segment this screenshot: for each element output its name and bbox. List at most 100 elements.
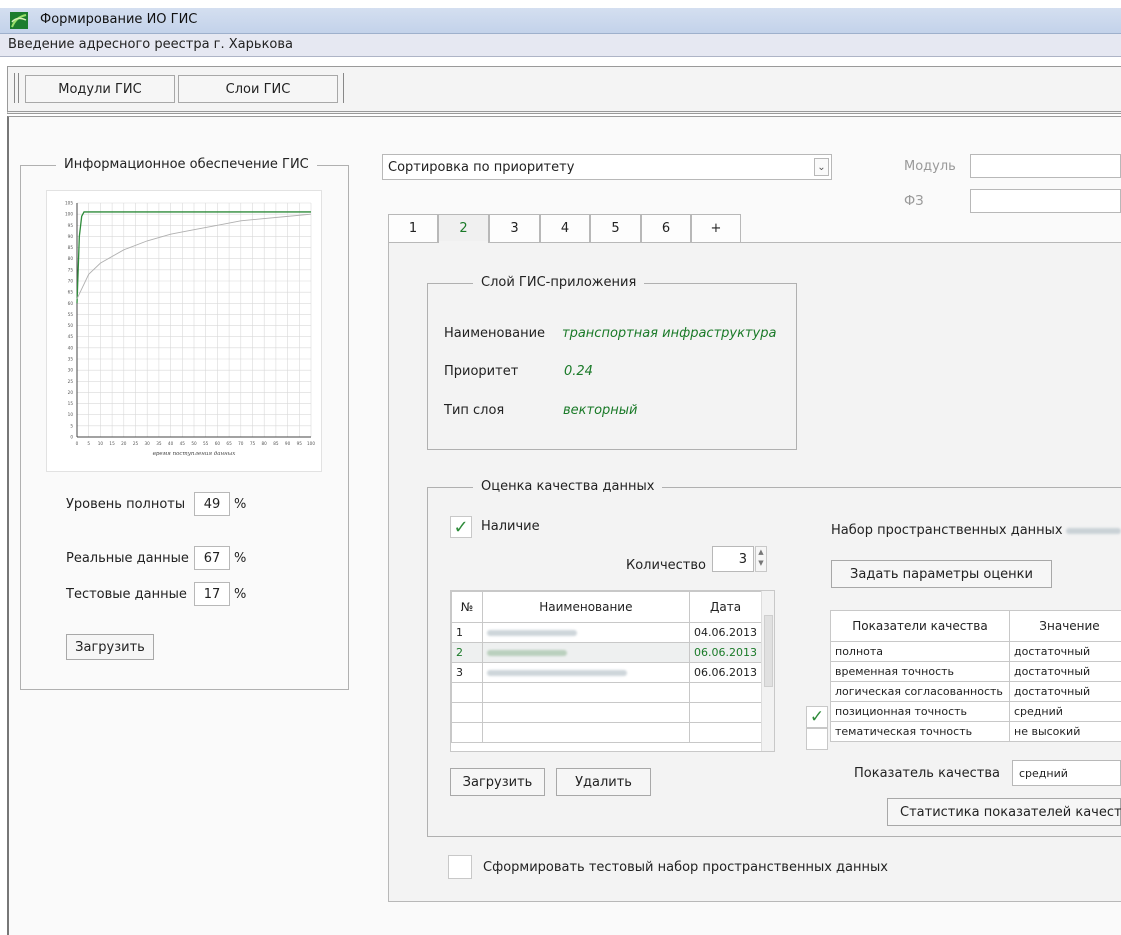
y-tick-label: 25	[68, 379, 74, 384]
table-row[interactable]: 1 04.06.2013	[452, 623, 762, 643]
tab-3[interactable]: 3	[489, 214, 540, 242]
layer-name-value: транспортная инфраструктура	[562, 326, 776, 341]
window-titlebar: Формирование ИО ГИС	[0, 8, 1121, 34]
test-data-label: Тестовые данные	[66, 587, 187, 602]
layer-priority-label: Приоритет	[444, 364, 518, 379]
table-row[interactable]: временная точностьдостаточный	[831, 662, 1121, 682]
test-data-input[interactable]: 17	[194, 582, 230, 606]
layer-legend: Слой ГИС-приложения	[473, 275, 644, 290]
x-tick-label: 20	[121, 441, 127, 446]
y-tick-label: 10	[68, 412, 74, 417]
scrollbar-thumb[interactable]	[764, 615, 773, 687]
indicator-value: достаточный	[1010, 642, 1121, 662]
table-row[interactable]: 2 06.06.2013	[452, 643, 762, 663]
y-tick-label: 15	[68, 401, 74, 406]
x-tick-label: 65	[226, 441, 232, 446]
x-tick-label: 10	[98, 441, 104, 446]
table-row[interactable]: 3 06.06.2013	[452, 663, 762, 683]
count-stepper[interactable]: ▲▼	[755, 546, 767, 572]
redacted-name	[487, 650, 567, 656]
info-load-button[interactable]: Загрузить	[66, 634, 154, 660]
module-label: Модуль	[904, 159, 956, 174]
indicator-name: тематическая точность	[831, 722, 1010, 742]
main-toolbar: Модули ГИС Слои ГИС	[7, 66, 1121, 114]
thematic-accuracy-checkbox[interactable]	[806, 728, 828, 750]
toolbar-grip	[14, 73, 19, 103]
positional-accuracy-checkbox[interactable]: ✓	[806, 706, 828, 728]
redacted-name	[487, 670, 627, 676]
completeness-input[interactable]: 49	[194, 492, 230, 516]
y-tick-label: 70	[68, 279, 74, 284]
sources-table-wrap: № Наименование Дата 1 04.06.2013 2 06.06…	[450, 590, 775, 752]
tab-1[interactable]: 1	[388, 214, 438, 242]
completeness-chart-svg: 0510152025303540455055606570758085909510…	[47, 191, 321, 471]
indicator-value: средний	[1010, 702, 1121, 722]
sources-load-button[interactable]: Загрузить	[450, 768, 545, 796]
table-row[interactable]	[452, 723, 762, 743]
x-tick-label: 5	[87, 441, 90, 446]
chevron-down-icon[interactable]: ⌄	[814, 158, 829, 176]
table-row[interactable]	[452, 683, 762, 703]
indicators-table: Показатели качества Значение полнотадост…	[830, 610, 1121, 742]
x-tick-label: 50	[191, 441, 197, 446]
tab-add[interactable]: +	[691, 214, 741, 242]
availability-label: Наличие	[481, 519, 540, 534]
sources-delete-button[interactable]: Удалить	[556, 768, 651, 796]
indicator-name: позиционная точность	[831, 702, 1010, 722]
x-tick-label: 90	[285, 441, 291, 446]
fz-label: ФЗ	[904, 194, 924, 209]
layer-type-value: векторный	[563, 403, 638, 418]
y-tick-label: 40	[68, 345, 74, 350]
table-row[interactable]: полнотадостаточный	[831, 642, 1121, 662]
quality-stats-button[interactable]: Статистика показателей качества	[887, 798, 1121, 826]
module-input[interactable]	[970, 154, 1121, 178]
tab-5[interactable]: 5	[590, 214, 641, 242]
redacted-name	[487, 630, 577, 636]
availability-checkbox[interactable]: ✓	[450, 516, 472, 538]
sources-scrollbar[interactable]	[761, 591, 774, 751]
fz-input[interactable]	[970, 189, 1121, 213]
sort-select[interactable]: Сортировка по приоритету	[382, 154, 832, 180]
x-tick-label: 25	[133, 441, 139, 446]
test-set-checkbox[interactable]	[448, 855, 472, 879]
tab-2[interactable]: 2	[438, 214, 489, 242]
table-row[interactable]: тематическая точностьне высокий	[831, 722, 1121, 742]
table-row[interactable]: логическая согласованностьдостаточный	[831, 682, 1121, 702]
x-tick-label: 0	[76, 441, 79, 446]
indicator-name: полнота	[831, 642, 1010, 662]
y-tick-label: 90	[68, 234, 74, 239]
subtitle-bar: Введение адресного реестра г. Харькова	[0, 34, 1121, 57]
checkmark-icon: ✓	[810, 707, 824, 727]
indicator-label: Показатель качества	[854, 766, 1000, 781]
row-date: 06.06.2013	[690, 643, 762, 663]
indicator-select[interactable]: средний	[1012, 760, 1121, 786]
tab-6[interactable]: 6	[641, 214, 691, 242]
y-tick-label: 95	[68, 223, 74, 228]
table-row[interactable]: позиционная точностьсредний	[831, 702, 1121, 722]
col-header-num: №	[452, 592, 483, 623]
tab-4[interactable]: 4	[540, 214, 590, 242]
y-tick-label: 75	[68, 267, 74, 272]
real-data-input[interactable]: 67	[194, 546, 230, 570]
x-axis-label: время поступления данных	[153, 451, 237, 457]
test-data-percent: %	[234, 587, 246, 602]
layers-gis-button[interactable]: Слои ГИС	[178, 75, 338, 103]
indicators-header-row: Показатели качества Значение	[831, 611, 1121, 642]
table-row[interactable]	[452, 703, 762, 723]
toolbar-separator	[343, 73, 344, 103]
completeness-percent: %	[234, 497, 246, 512]
subtitle-text: Введение адресного реестра г. Харькова	[8, 37, 293, 52]
count-input[interactable]: 3	[712, 546, 754, 572]
col-header-indicator: Показатели качества	[831, 611, 1010, 642]
stepper-down-icon[interactable]: ▼	[758, 559, 763, 567]
y-tick-label: 85	[68, 245, 74, 250]
x-tick-label: 75	[250, 441, 256, 446]
x-tick-label: 15	[109, 441, 115, 446]
col-header-value: Значение	[1010, 611, 1121, 642]
set-params-button[interactable]: Задать параметры оценки	[831, 560, 1052, 588]
x-tick-label: 45	[180, 441, 186, 446]
y-tick-label: 45	[68, 334, 74, 339]
completeness-label: Уровень полноты	[66, 497, 185, 512]
modules-gis-button[interactable]: Модули ГИС	[25, 75, 175, 103]
stepper-up-icon[interactable]: ▲	[758, 548, 763, 556]
